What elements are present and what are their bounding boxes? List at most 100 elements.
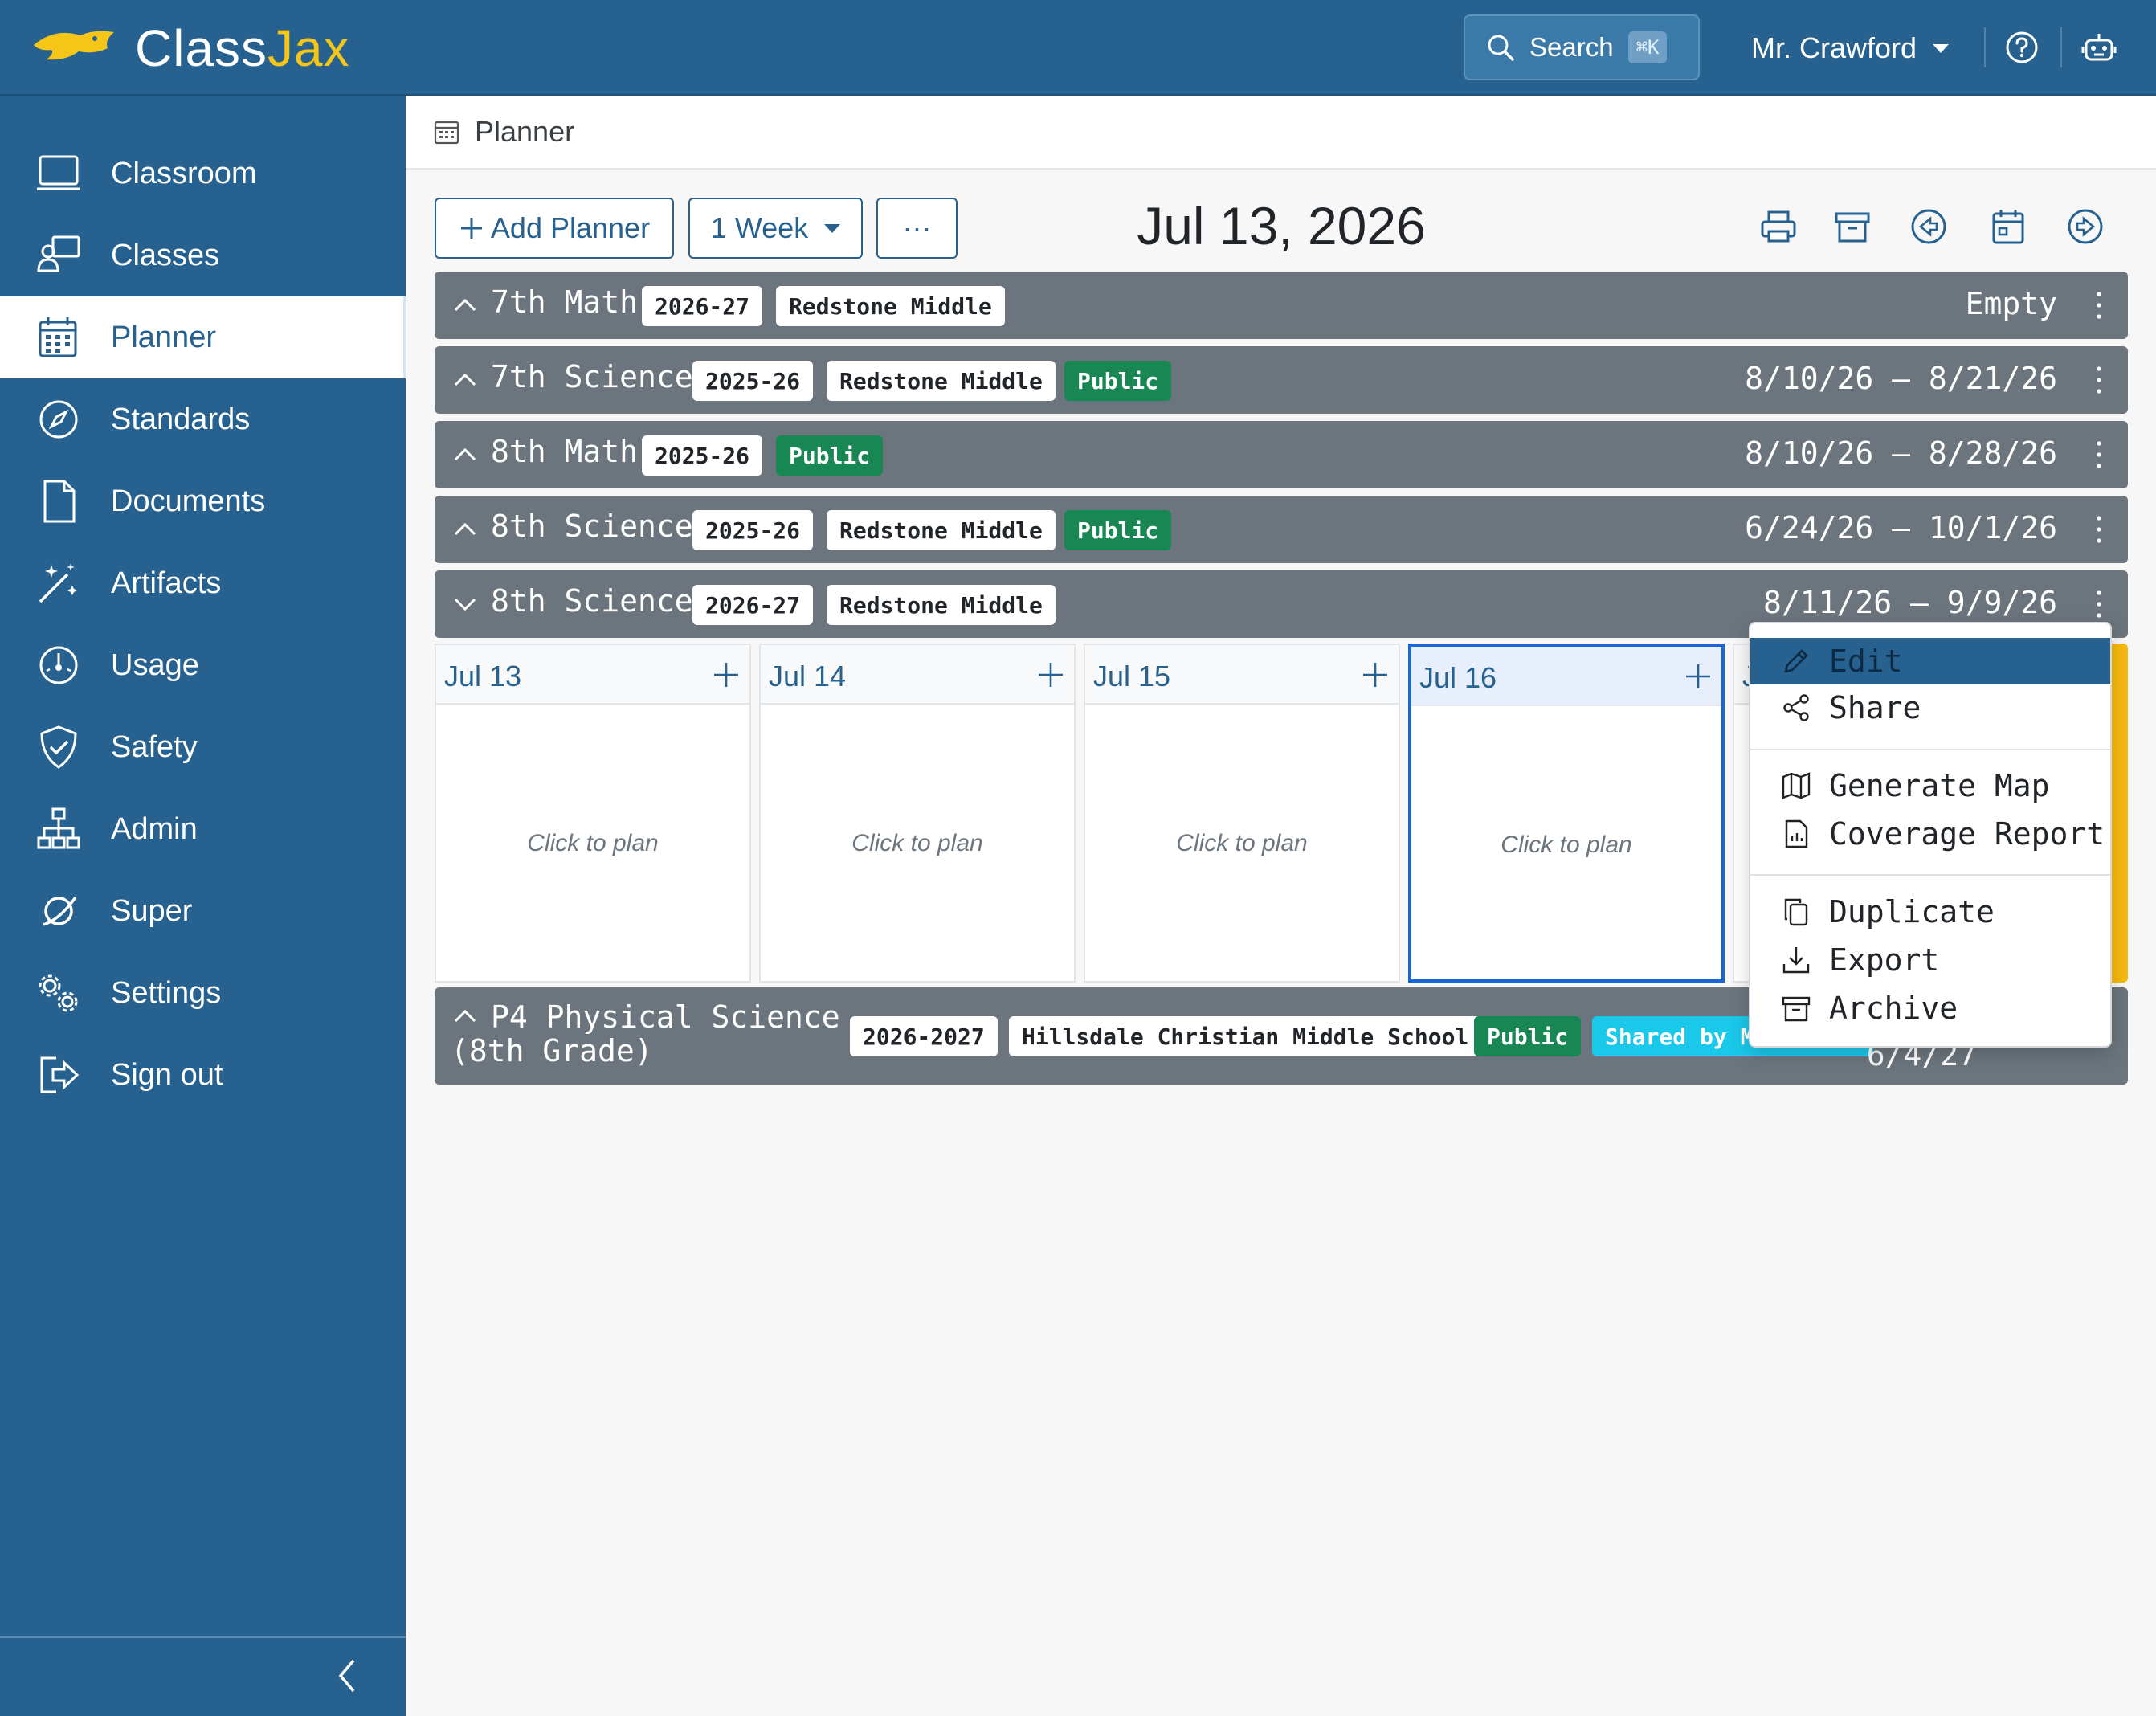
user-name: Mr. Crawford (1751, 31, 1917, 64)
planner-row[interactable]: 7th Science 2025-26 Redstone Middle Publ… (435, 346, 2128, 414)
menu-item-edit[interactable]: Edit (1750, 638, 2110, 684)
share-icon (1783, 694, 1809, 721)
current-date-title: Jul 13, 2026 (1137, 196, 1426, 255)
day-column-today[interactable]: Jul 16 Click to plan (1408, 644, 1725, 983)
click-to-plan[interactable]: Click to plan (1085, 705, 1399, 983)
chevron-up-icon[interactable] (452, 518, 478, 539)
plus-icon[interactable] (713, 661, 740, 688)
school-tag: Hillsdale Christian Middle School (1009, 1016, 1482, 1056)
magic-wand-icon (39, 563, 77, 603)
print-icon[interactable] (1759, 207, 1798, 246)
kebab-menu-icon[interactable] (2094, 289, 2104, 321)
planner-name-line: P4 Physical Science (491, 999, 840, 1035)
click-to-plan[interactable]: Click to plan (1411, 706, 1721, 984)
planner-date-range: 6/24/26 – 10/1/26 (1745, 510, 2057, 545)
menu-item-label: Archive (1829, 991, 1958, 1026)
menu-item-generate-map[interactable]: Generate Map (1750, 762, 2110, 809)
add-planner-button[interactable]: Add Planner (435, 198, 674, 259)
chevron-down-icon[interactable] (452, 593, 478, 614)
menu-item-archive[interactable]: Archive (1750, 985, 2110, 1032)
click-to-plan[interactable]: Click to plan (436, 705, 749, 983)
public-tag: Public (1474, 1016, 1582, 1056)
sidebar-item-sign-out[interactable]: Sign out (0, 1034, 406, 1116)
sidebar-item-admin[interactable]: Admin (0, 788, 406, 870)
kebab-menu-icon[interactable] (2094, 364, 2104, 396)
sidebar-divider (0, 1636, 406, 1638)
help-icon[interactable] (2003, 29, 2040, 66)
day-column[interactable]: Jul 13 Click to plan (435, 644, 751, 983)
chevron-up-icon[interactable] (452, 1005, 478, 1026)
sidebar-item-label: Sign out (111, 1057, 223, 1092)
day-column[interactable]: Jul 14 Click to plan (759, 644, 1076, 983)
sidebar-item-classroom[interactable]: Classroom (0, 133, 406, 214)
menu-item-coverage-report[interactable]: Coverage Report (1750, 811, 2110, 857)
day-label: Jul 14 (769, 660, 847, 693)
sidebar-item-artifacts[interactable]: Artifacts (0, 542, 406, 624)
more-options-button[interactable]: ··· (876, 198, 958, 259)
plus-icon (460, 218, 482, 239)
plus-icon[interactable] (1362, 661, 1389, 688)
kebab-menu-icon[interactable] (2094, 513, 2104, 545)
sidebar-item-label: Planner (111, 320, 216, 354)
navbar-divider (2060, 27, 2062, 67)
menu-item-duplicate[interactable]: Duplicate (1750, 889, 2110, 935)
sidebar-item-standards[interactable]: Standards (0, 378, 406, 460)
year-tag: 2025-26 (642, 435, 763, 476)
search-shortcut: ⌘K (1627, 31, 1668, 63)
planner-row[interactable]: 8th Science 2025-26 Redstone Middle Publ… (435, 496, 2128, 563)
diagram-icon (37, 807, 80, 849)
search-button[interactable]: Search ⌘K (1464, 14, 1700, 80)
sidebar-item-usage[interactable]: Usage (0, 624, 406, 706)
school-tag: Redstone Middle (827, 361, 1056, 401)
planner-row[interactable]: 8th Math 2025-26 Public 8/10/26 – 8/28/2… (435, 421, 2128, 488)
classes-icon (37, 235, 80, 272)
planner-name: 8th Math (491, 434, 639, 469)
menu-item-label: Edit (1829, 644, 1903, 679)
archive-icon[interactable] (1833, 207, 1872, 246)
sidebar-item-documents[interactable]: Documents (0, 460, 406, 542)
sidebar-item-classes[interactable]: Classes (0, 214, 406, 296)
day-label: Jul 16 (1419, 661, 1497, 694)
shield-check-icon (40, 725, 77, 769)
calendar-today-icon[interactable] (1989, 207, 2027, 246)
sidebar-item-planner[interactable]: Planner (0, 296, 406, 378)
chevron-up-icon[interactable] (452, 369, 478, 390)
sidebar-item-label: Super (111, 893, 193, 928)
sidebar-item-super[interactable]: Super (0, 870, 406, 952)
sidebar-item-safety[interactable]: Safety (0, 706, 406, 788)
classroom-icon (37, 155, 80, 190)
menu-item-share[interactable]: Share (1750, 684, 2110, 731)
planner-name: 8th Science (491, 583, 693, 619)
menu-item-label: Share (1829, 690, 1921, 725)
kebab-menu-icon[interactable] (2094, 588, 2104, 620)
robot-icon[interactable] (2080, 29, 2117, 66)
plus-icon[interactable] (1037, 661, 1064, 688)
pencil-icon (1784, 649, 1808, 673)
year-tag: 2025-26 (692, 510, 814, 550)
highlight-strip (2109, 644, 2128, 983)
menu-item-export[interactable]: Export (1750, 937, 2110, 983)
sidebar-item-label: Artifacts (111, 566, 222, 600)
brand-name-accent: Jax (267, 19, 350, 77)
plus-icon[interactable] (1684, 663, 1712, 690)
navbar-divider (1984, 27, 1986, 67)
sign-out-icon (40, 1056, 80, 1093)
super-icon (43, 896, 77, 926)
chevron-up-icon[interactable] (452, 443, 478, 464)
top-navbar: ClassJax Search ⌘K Mr. Crawford (0, 0, 2156, 96)
brand-logo[interactable]: ClassJax (31, 14, 350, 82)
breadcrumb: Planner (406, 96, 2156, 170)
day-column[interactable]: Jul 15 Click to plan (1084, 644, 1400, 983)
previous-week-icon[interactable] (1909, 207, 1948, 246)
kebab-menu-icon[interactable] (2094, 439, 2104, 471)
view-range-dropdown[interactable]: 1 Week (688, 198, 863, 259)
sidebar-item-settings[interactable]: Settings (0, 952, 406, 1034)
chevron-up-icon[interactable] (452, 294, 478, 315)
public-tag: Public (1064, 510, 1172, 550)
next-week-icon[interactable] (2066, 207, 2105, 246)
click-to-plan[interactable]: Click to plan (761, 705, 1074, 983)
planner-row[interactable]: 7th Math 2026-27 Redstone Middle Empty (435, 272, 2128, 339)
planner-name: 7th Science (491, 359, 693, 394)
collapse-sidebar-icon[interactable] (331, 1656, 363, 1696)
user-menu-toggle[interactable]: Mr. Crawford (1751, 24, 1950, 72)
